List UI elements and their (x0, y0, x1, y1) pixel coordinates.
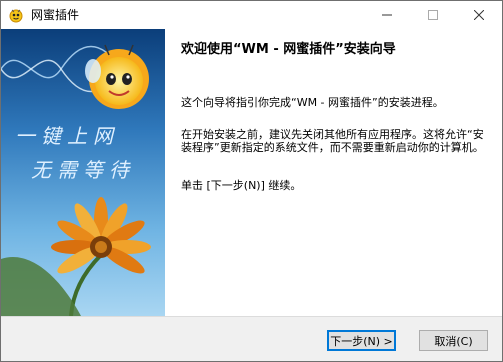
next-button[interactable]: 下一步(N) > (327, 330, 396, 351)
wizard-advice-text: 在开始安装之前，建议先关闭其他所有应用程序。这将允许“安装程序”更新指定的系统文… (181, 128, 484, 154)
wizard-heading: 欢迎使用“WM - 网蜜插件”安装向导 (181, 42, 396, 57)
bee-app-icon (9, 9, 23, 23)
title-bar[interactable]: 网蜜插件 (1, 1, 502, 29)
installer-window: 网蜜插件 一键上网 无需等待 欢迎使用“WM - 网蜜插件”安装向导 这个向导将… (0, 0, 503, 362)
window-title: 网蜜插件 (31, 8, 80, 22)
minimize-button[interactable] (364, 1, 410, 29)
close-icon (474, 10, 484, 20)
wizard-content: 一键上网 无需等待 欢迎使用“WM - 网蜜插件”安装向导 这个向导将指引你完成… (1, 29, 502, 316)
close-button[interactable] (456, 1, 502, 29)
wizard-continue-text: 单击 [下一步(N)] 继续。 (181, 179, 302, 192)
button-bar: 下一步(N) > 取消(C) (1, 316, 502, 361)
maximize-button[interactable] (410, 1, 456, 29)
banner-image: 一键上网 无需等待 (1, 29, 165, 316)
wizard-intro-text: 这个向导将指引你完成“WM - 网蜜插件”的安装进程。 (181, 96, 444, 109)
banner-slogan-line1: 一键上网 (15, 124, 119, 148)
banner-slogan-line2: 无需等待 (31, 158, 135, 182)
maximize-icon (428, 10, 438, 20)
minimize-icon (382, 14, 392, 16)
cancel-button[interactable]: 取消(C) (419, 330, 488, 351)
